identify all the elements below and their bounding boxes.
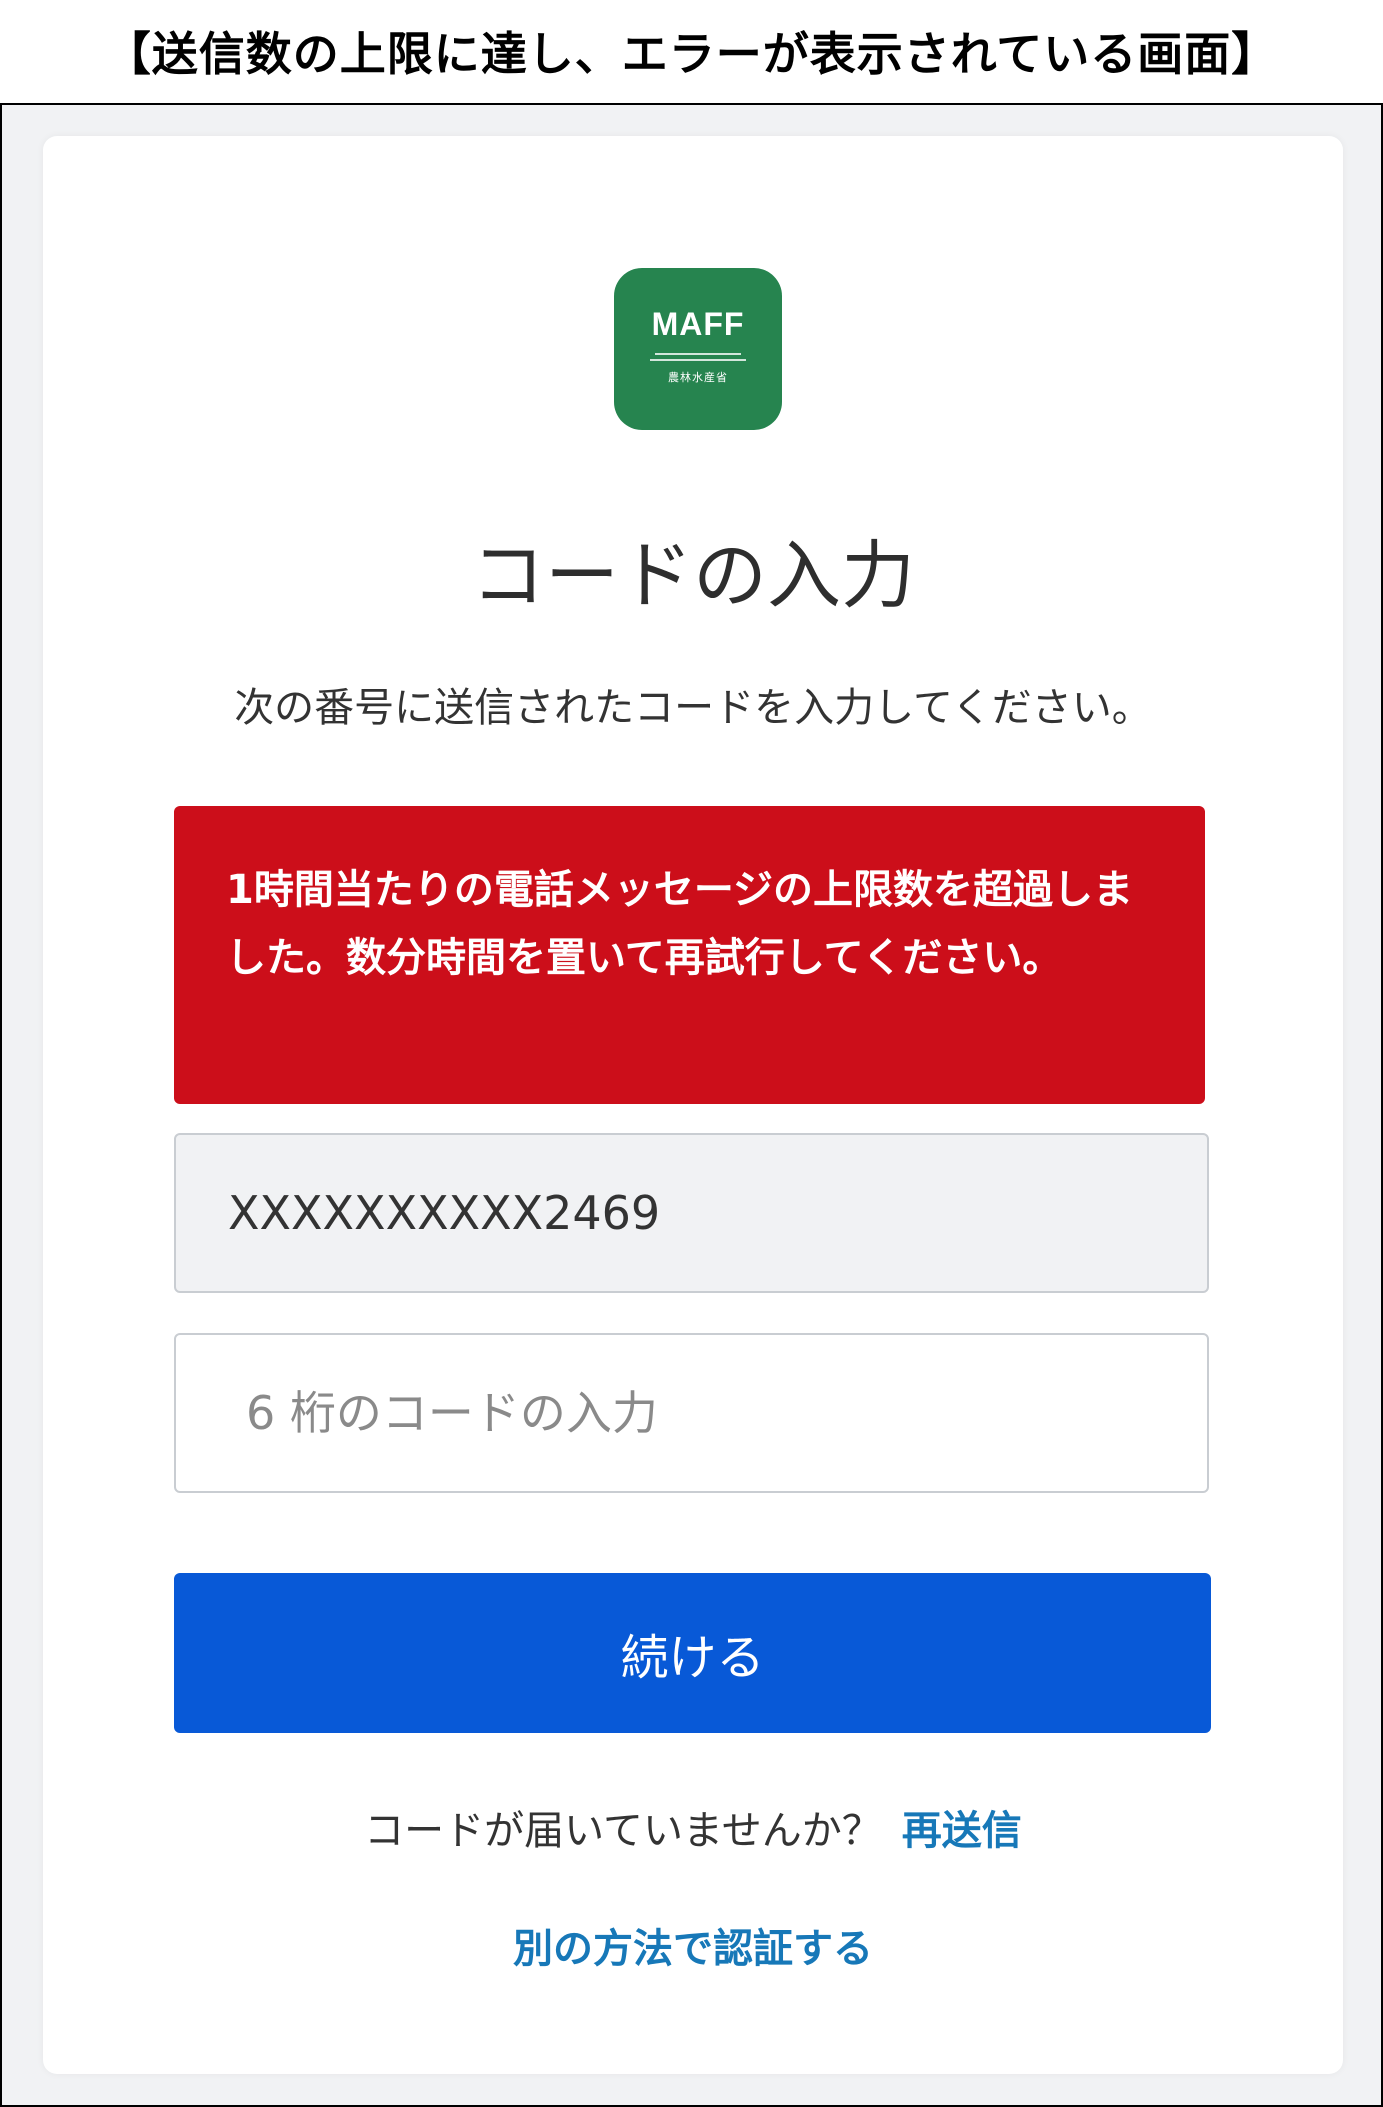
screenshot-caption: 【送信数の上限に達し、エラーが表示されている画面】 xyxy=(104,27,1279,81)
instruction-text: 次の番号に送信されたコードを入力してください。 xyxy=(234,685,1152,731)
resend-prompt: コードが届いていませんか？ xyxy=(364,1808,882,1854)
verification-card: MAFF 農林水産省 コードの入力 次の番号に送信されたコードを入力してください… xyxy=(43,136,1343,2074)
error-alert: 1時間当たりの電話メッセージの上限数を超過しました。数分時間を置いて再試行してく… xyxy=(174,806,1205,1104)
alternate-method-link[interactable]: 別の方法で認証する xyxy=(43,1916,1343,1974)
phone-number-value: XXXXXXXXXX2469 xyxy=(228,1186,661,1240)
maff-logo-icon: MAFF 農林水産省 xyxy=(614,268,782,430)
logo-subtext-lines xyxy=(650,349,746,365)
logo-text: MAFF xyxy=(651,305,745,342)
error-message: 1時間当たりの電話メッセージの上限数を超過しました。数分時間を置いて再試行してく… xyxy=(226,867,1134,981)
continue-button[interactable]: 続ける xyxy=(174,1573,1211,1733)
code-input-wrapper xyxy=(174,1333,1209,1493)
page-title: コードの入力 xyxy=(471,533,915,619)
resend-row: コードが届いていませんか？ 再送信 xyxy=(43,1798,1343,1856)
screenshot-frame: MAFF 農林水産省 コードの入力 次の番号に送信されたコードを入力してください… xyxy=(0,103,1383,2107)
code-input[interactable] xyxy=(244,1385,1207,1441)
resend-link[interactable]: 再送信 xyxy=(902,1808,1022,1854)
phone-number-field: XXXXXXXXXX2469 xyxy=(174,1133,1209,1293)
logo-kanji: 農林水産省 xyxy=(668,370,728,384)
